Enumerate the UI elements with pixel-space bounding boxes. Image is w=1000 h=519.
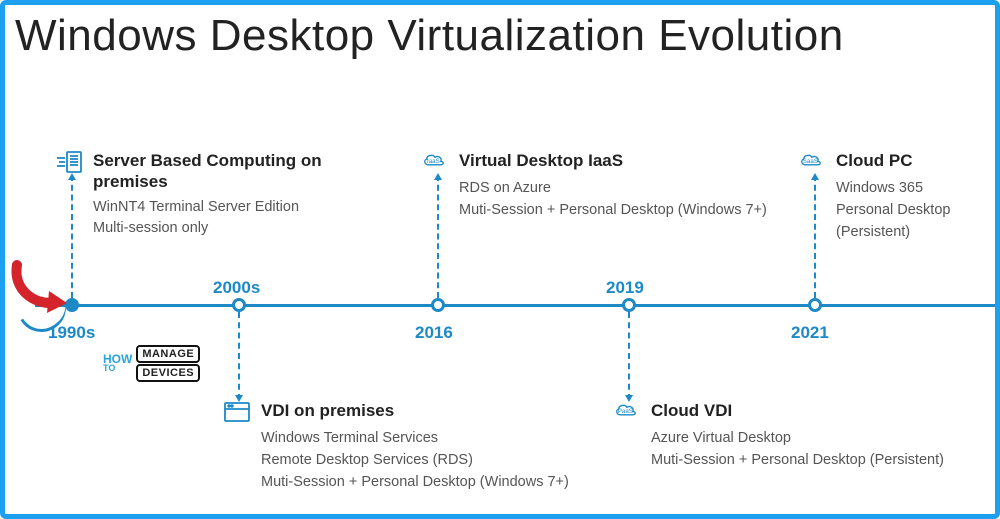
year-label-2021: 2021 <box>791 323 829 343</box>
timeline-node-2016 <box>431 298 445 312</box>
server-lines-icon <box>55 150 83 174</box>
timeline-node-2021 <box>808 298 822 312</box>
year-label-2019: 2019 <box>606 278 644 298</box>
watermark-logo: HOW TO MANAGE DEVICES <box>103 345 200 382</box>
year-label-2000s: 2000s <box>213 278 260 298</box>
era-virtual-desktop-iaas: IaaS Virtual Desktop IaaS RDS on Azure M… <box>421 150 781 222</box>
timeline-axis <box>35 304 995 307</box>
cloud-paas-icon: PaaS <box>613 400 641 424</box>
era-detail: WinNT4 Terminal Server Edition Multi-ses… <box>93 197 355 241</box>
callout-arrow-icon <box>11 259 71 317</box>
era-title: Virtual Desktop IaaS <box>459 150 623 171</box>
era-title: Cloud PC <box>836 150 913 171</box>
year-label-1990s: 1990s <box>48 323 95 343</box>
era-detail: Windows 365 Personal Desktop (Persistent… <box>836 178 998 243</box>
era-title: Server Based Computing on premises <box>93 150 355 193</box>
era-detail: RDS on Azure Muti-Session + Personal Des… <box>459 178 781 222</box>
cloud-saas-icon: SaaS <box>798 150 826 174</box>
era-cloud-vdi: PaaS Cloud VDI Azure Virtual Desktop Mut… <box>613 400 973 472</box>
era-detail: Azure Virtual Desktop Muti-Session + Per… <box>651 428 973 472</box>
window-icon <box>223 400 251 424</box>
era-vdi-on-premises: VDI on premises Windows Terminal Service… <box>223 400 583 493</box>
svg-text:PaaS: PaaS <box>618 408 633 415</box>
era-cloud-pc: SaaS Cloud PC Windows 365 Personal Deskt… <box>798 150 998 243</box>
timeline: 1990s 2000s 2016 2019 2021 <box>5 5 995 514</box>
svg-text:SaaS: SaaS <box>803 158 818 165</box>
era-title: VDI on premises <box>261 400 394 421</box>
svg-text:IaaS: IaaS <box>427 158 440 165</box>
year-label-2016: 2016 <box>415 323 453 343</box>
connector-2000s <box>238 312 240 400</box>
era-server-based-computing: Server Based Computing on premises WinNT… <box>55 150 355 240</box>
diagram-frame: Windows Desktop Virtualization Evolution… <box>0 0 1000 519</box>
timeline-node-2019 <box>622 298 636 312</box>
era-title: Cloud VDI <box>651 400 732 421</box>
timeline-node-2000s <box>232 298 246 312</box>
era-detail: Windows Terminal Services Remote Desktop… <box>261 428 583 493</box>
cloud-iaas-icon: IaaS <box>421 150 449 174</box>
connector-2019 <box>628 312 630 400</box>
